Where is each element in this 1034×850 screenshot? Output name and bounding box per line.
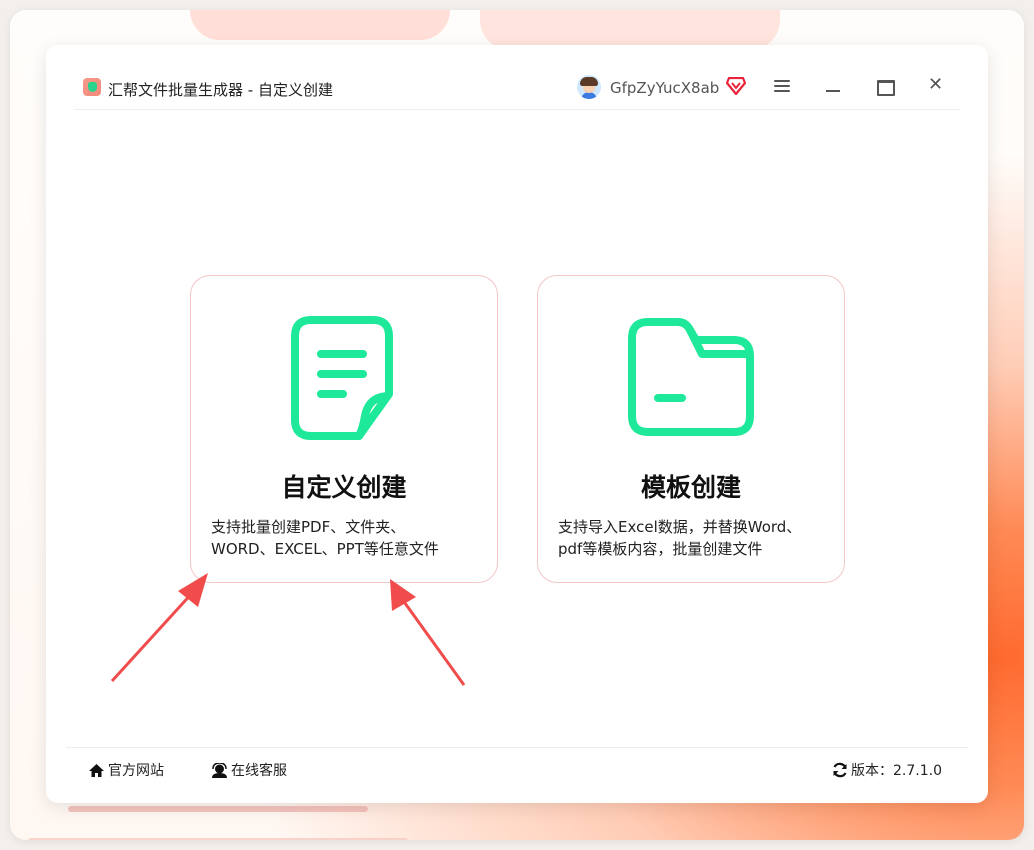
home-icon (89, 764, 104, 777)
username[interactable]: GfpZyYucX8ab (610, 79, 719, 97)
card-description-line: pdf等模板内容，批量创建文件 (558, 540, 763, 558)
version-info[interactable]: 版本：2.7.1.0 (832, 760, 942, 780)
card-description-line: WORD、EXCEL、PPT等任意文件 (211, 540, 439, 558)
folder-icon (628, 318, 754, 436)
user-avatar[interactable] (577, 75, 601, 99)
background-shape (28, 838, 408, 840)
maximize-button[interactable] (877, 80, 895, 96)
arrow-annotation (390, 579, 466, 686)
card-description-line: 支持批量创建PDF、文件夹、 (211, 518, 406, 536)
vip-diamond-icon[interactable] (726, 77, 746, 95)
official-website-link[interactable]: 官方网站 (88, 760, 164, 780)
headset-icon (212, 762, 227, 778)
app-title: 汇帮文件批量生成器 - 自定义创建 (108, 81, 333, 99)
footer: 官方网站 在线客服 版本：2.7.1.0 (66, 747, 968, 794)
card-title: 自定义创建 (281, 473, 407, 502)
refresh-icon (833, 762, 847, 778)
online-service-label: 在线客服 (231, 763, 287, 779)
arrow-annotation (110, 573, 208, 683)
card-title: 模板创建 (640, 473, 741, 502)
minimize-button[interactable] (826, 90, 840, 92)
app-logo-icon (83, 78, 101, 96)
online-service-link[interactable]: 在线客服 (211, 760, 287, 780)
title-bar: 汇帮文件批量生成器 - 自定义创建 GfpZyYucX8ab ✕ (74, 63, 960, 110)
app-window: 汇帮文件批量生成器 - 自定义创建 GfpZyYucX8ab ✕ 自定义创建 支… (46, 45, 988, 803)
close-button[interactable]: ✕ (928, 75, 943, 95)
menu-icon[interactable] (774, 80, 790, 94)
version-label: 版本：2.7.1.0 (851, 763, 942, 779)
background-shape (68, 806, 368, 812)
card-description-line: 支持导入Excel数据，并替换Word、 (558, 518, 802, 536)
card-description: 支持导入Excel数据，并替换Word、 pdf等模板内容，批量创建文件 (558, 516, 826, 560)
document-icon (291, 316, 393, 440)
card-description: 支持批量创建PDF、文件夹、 WORD、EXCEL、PPT等任意文件 (211, 516, 479, 560)
background-shape (480, 10, 780, 50)
custom-create-card[interactable]: 自定义创建 支持批量创建PDF、文件夹、 WORD、EXCEL、PPT等任意文件 (190, 275, 498, 583)
official-website-label: 官方网站 (108, 763, 164, 779)
template-create-card[interactable]: 模板创建 支持导入Excel数据，并替换Word、 pdf等模板内容，批量创建文… (537, 275, 845, 583)
background-shape (190, 10, 450, 40)
